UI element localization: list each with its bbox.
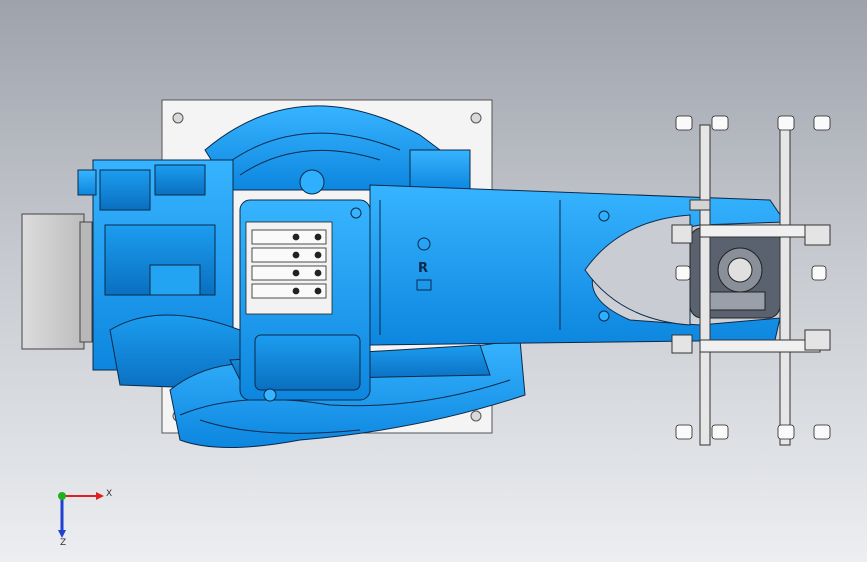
coordinate-triad: X Z — [58, 489, 112, 548]
cad-viewport[interactable]: R X Z — [0, 0, 867, 562]
z-axis-label: Z — [60, 538, 66, 548]
x-axis-label: X — [106, 489, 112, 499]
arm-marking-text: R — [418, 261, 428, 276]
y-axis-dot — [58, 492, 66, 500]
connector-panel[interactable] — [245, 221, 333, 315]
motor-cover[interactable] — [21, 213, 93, 350]
